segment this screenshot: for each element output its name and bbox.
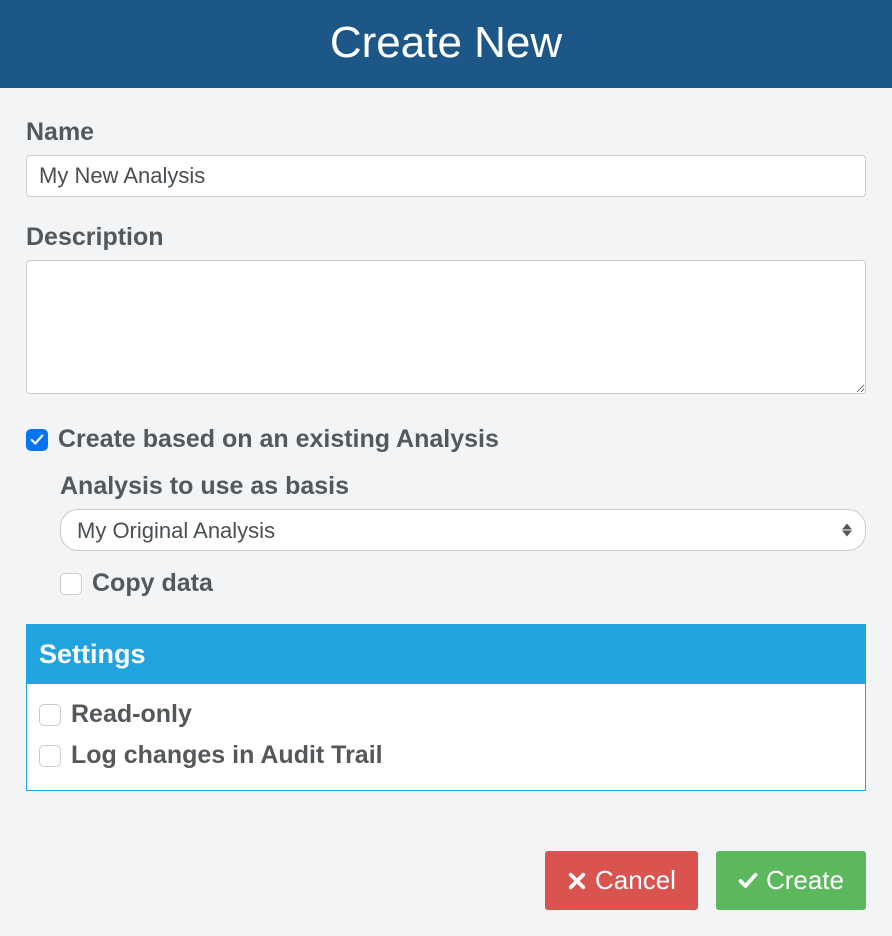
copy-data-label[interactable]: Copy data	[92, 569, 213, 598]
basis-checkbox-row: Create based on an existing Analysis	[26, 425, 866, 454]
readonly-row: Read-only	[39, 700, 853, 729]
basis-checkbox[interactable]	[26, 429, 48, 451]
analysis-select-wrapper: My Original Analysis	[60, 509, 866, 551]
name-field-group: Name	[26, 118, 866, 197]
description-field-group: Description	[26, 223, 866, 399]
name-input[interactable]	[26, 155, 866, 197]
name-label: Name	[26, 118, 866, 147]
dialog-body: Name Description Create based on an exis…	[0, 88, 892, 791]
basis-indented: Analysis to use as basis My Original Ana…	[26, 472, 866, 598]
audit-label[interactable]: Log changes in Audit Trail	[71, 741, 383, 770]
settings-header: Settings	[27, 625, 865, 684]
copy-data-checkbox[interactable]	[60, 573, 82, 595]
copy-data-row: Copy data	[60, 569, 866, 598]
close-icon	[567, 871, 587, 891]
dialog-footer: Cancel Create	[0, 851, 892, 910]
check-icon	[738, 871, 758, 891]
settings-panel: Settings Read-only Log changes in Audit …	[26, 624, 866, 791]
create-button-label: Create	[766, 865, 844, 896]
dialog-title: Create New	[0, 0, 892, 88]
settings-body: Read-only Log changes in Audit Trail	[27, 684, 865, 790]
check-icon	[30, 433, 44, 447]
basis-section: Create based on an existing Analysis Ana…	[26, 425, 866, 598]
description-textarea[interactable]	[26, 260, 866, 394]
audit-row: Log changes in Audit Trail	[39, 741, 853, 770]
analysis-select[interactable]: My Original Analysis	[60, 509, 866, 551]
create-button[interactable]: Create	[716, 851, 866, 910]
cancel-button-label: Cancel	[595, 865, 676, 896]
basis-checkbox-label[interactable]: Create based on an existing Analysis	[58, 425, 499, 454]
audit-checkbox[interactable]	[39, 745, 61, 767]
readonly-checkbox[interactable]	[39, 704, 61, 726]
readonly-label[interactable]: Read-only	[71, 700, 192, 729]
analysis-basis-label: Analysis to use as basis	[60, 472, 866, 501]
cancel-button[interactable]: Cancel	[545, 851, 698, 910]
description-label: Description	[26, 223, 866, 252]
